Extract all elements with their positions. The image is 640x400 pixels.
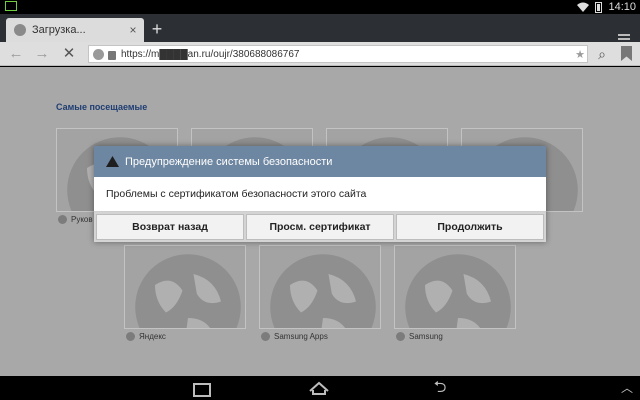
status-bar: 14:10 <box>0 0 640 14</box>
address-bar[interactable]: https://m████an.ru/oujr/380688086767 ★ <box>88 45 588 63</box>
lock-icon <box>108 50 116 60</box>
globe-icon <box>93 48 104 60</box>
thumbnail-samsung[interactable] <box>394 245 516 329</box>
bookmarks-icon[interactable] <box>621 46 632 61</box>
continue-button[interactable]: Продолжить <box>396 214 544 240</box>
tab-strip: Загрузка... × + <box>0 14 640 44</box>
globe-icon <box>261 332 270 341</box>
system-back-icon[interactable]: ⮌ <box>430 379 450 397</box>
thumbnail-label-yandex: Яндекс <box>126 332 166 341</box>
system-nav-bar: ⮌ ︿ <box>0 376 640 400</box>
forward-icon[interactable]: → <box>32 44 52 64</box>
tab-title: Загрузка... <box>32 24 86 36</box>
notification-icon <box>5 1 17 11</box>
dialog-message: Проблемы с сертификатом безопасности это… <box>94 177 546 212</box>
search-icon[interactable]: ⌕ <box>592 44 612 64</box>
browser-toolbar: ← → ✕ https://m████an.ru/oujr/3806880867… <box>0 42 640 66</box>
url-text[interactable]: https://m████an.ru/oujr/380688086767 <box>121 49 573 60</box>
go-back-button[interactable]: Возврат назад <box>96 214 244 240</box>
globe-icon <box>126 332 135 341</box>
clock: 14:10 <box>608 1 636 13</box>
recent-apps-icon[interactable] <box>190 379 211 397</box>
wifi-icon <box>577 2 590 12</box>
thumbnail-yandex[interactable] <box>124 245 246 329</box>
thumbnail-samsung-apps[interactable] <box>259 245 381 329</box>
security-warning-dialog: Предупреждение системы безопасности Проб… <box>94 146 546 242</box>
most-visited-title: Самые посещаемые <box>56 102 148 112</box>
stop-icon[interactable]: ✕ <box>59 44 79 64</box>
dialog-title: Предупреждение системы безопасности <box>125 155 333 168</box>
thumbnail-label-1: Руков <box>58 215 93 224</box>
globe-icon <box>135 254 241 328</box>
dialog-button-bar: Возврат назад Просм. сертификат Продолжи… <box>94 212 546 242</box>
close-tab-icon[interactable]: × <box>126 23 140 37</box>
chevron-up-icon[interactable]: ︿ <box>620 379 634 397</box>
globe-icon <box>396 332 405 341</box>
home-icon[interactable] <box>308 379 330 397</box>
browser-tab[interactable]: Загрузка... × <box>6 18 144 42</box>
globe-icon <box>405 254 511 328</box>
back-icon[interactable]: ← <box>6 44 26 64</box>
globe-icon <box>270 254 376 328</box>
warning-icon <box>106 156 119 167</box>
dialog-header: Предупреждение системы безопасности <box>94 146 546 177</box>
new-tab-button[interactable]: + <box>146 20 168 40</box>
star-icon[interactable]: ★ <box>573 48 587 61</box>
globe-icon <box>14 24 26 36</box>
thumbnail-label-samsung-apps: Samsung Apps <box>261 332 328 341</box>
thumbnail-label-samsung: Samsung <box>396 332 443 341</box>
view-certificate-button[interactable]: Просм. сертификат <box>246 214 394 240</box>
battery-icon <box>595 1 603 13</box>
globe-icon <box>58 215 67 224</box>
